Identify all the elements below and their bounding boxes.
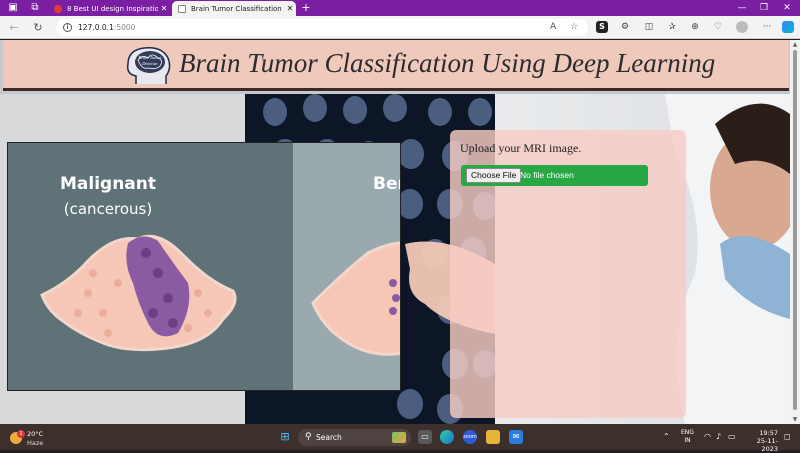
site-favicon-icon: [54, 4, 62, 13]
benign-cells-illustration: [311, 241, 400, 356]
system-clock[interactable]: 19:57 25-11-2023: [742, 429, 778, 453]
file-status-text: No file chosen: [520, 170, 574, 180]
malignant-panel: Malignant (cancerous): [8, 143, 293, 390]
workspaces-icon[interactable]: ▣: [6, 2, 20, 14]
refresh-icon[interactable]: ↻: [31, 21, 45, 35]
tab-brain-tumor[interactable]: Brain Tumor Classification Using ✕: [172, 1, 296, 16]
page-scrollbar[interactable]: ▲ ▼: [790, 40, 800, 424]
wifi-icon[interactable]: ◠: [704, 432, 711, 442]
tab-close-icon[interactable]: ✕: [158, 4, 170, 13]
zoom-icon[interactable]: zoom: [463, 430, 477, 444]
tumor-type-carousel[interactable]: Malignant (cancerous) Ber: [7, 142, 401, 391]
search-highlight-icon: [392, 432, 406, 443]
file-explorer-icon[interactable]: [486, 430, 500, 444]
tab-label: Brain Tumor Classification Using: [191, 4, 284, 13]
favorites-icon[interactable]: ✰: [665, 20, 679, 34]
read-aloud-label: A: [550, 22, 557, 32]
tab-close-icon[interactable]: ✕: [284, 4, 296, 13]
mri-file-input[interactable]: Choose File No file chosen: [461, 165, 648, 186]
choose-file-button[interactable]: Choose File: [466, 168, 522, 183]
battery-icon[interactable]: ▭: [728, 432, 736, 442]
address-bar[interactable]: i 127.0.0.1:5000 A ☆: [56, 19, 588, 36]
upload-card: Upload your MRI image. Choose File No fi…: [450, 130, 686, 418]
performance-icon[interactable]: ♡: [711, 20, 725, 34]
profile-icon[interactable]: [736, 21, 748, 33]
search-label: Search: [316, 433, 342, 442]
collections-icon[interactable]: ⊕: [688, 20, 702, 34]
split-screen-icon[interactable]: ◫: [642, 20, 656, 34]
maximize-button[interactable]: ❐: [757, 2, 771, 14]
weather-temp: 20°C: [27, 430, 44, 438]
address-port: :5000: [113, 23, 136, 32]
tab-label: 8 Best UI design Inspiration Sites: [67, 4, 158, 13]
mail-icon[interactable]: ✉: [509, 430, 523, 444]
clock-time: 19:57: [759, 429, 778, 437]
language-indicator[interactable]: ENG IN: [681, 429, 694, 445]
scrollbar-thumb[interactable]: [793, 50, 797, 410]
browser-toolbar: ← ↻ i 127.0.0.1:5000 A ☆ S ⚙ ◫ ✰ ⊕ ♡ ···: [0, 16, 800, 39]
scroll-down-icon[interactable]: ▼: [790, 416, 800, 423]
show-hidden-icons-icon[interactable]: ⌃: [663, 432, 670, 442]
task-view-icon[interactable]: ▭: [418, 430, 432, 444]
close-window-button[interactable]: ✕: [780, 2, 794, 14]
copilot-icon[interactable]: [782, 21, 794, 33]
address-host: 127.0.0.1: [78, 23, 114, 32]
sumo-extension-icon[interactable]: S: [596, 21, 608, 33]
tab-actions-icon[interactable]: ⧉: [28, 2, 42, 14]
windows-start-icon[interactable]: ⊞: [278, 430, 292, 444]
minimize-button[interactable]: —: [735, 2, 749, 14]
edge-icon[interactable]: [440, 430, 454, 444]
taskbar-search[interactable]: ⚲ Search: [298, 429, 411, 446]
favorite-star-icon[interactable]: ☆: [570, 22, 578, 33]
page-viewport: Brain Tumor Detector Brain Tumor Classif…: [0, 40, 790, 424]
site-header: Brain Tumor Detector Brain Tumor Classif…: [3, 40, 789, 91]
weather-condition: Haze: [27, 439, 44, 447]
weather-widget[interactable]: 1 20°C Haze: [8, 428, 58, 448]
logo-text-line1: Brain Tumor: [138, 55, 161, 60]
back-icon[interactable]: ←: [7, 21, 21, 35]
upload-prompt: Upload your MRI image.: [460, 141, 582, 155]
extensions-icon[interactable]: ⚙: [618, 20, 632, 34]
more-menu-icon[interactable]: ···: [760, 20, 774, 34]
lang-line1: ENG: [681, 429, 694, 436]
weather-badge: 1: [17, 430, 25, 438]
page-title: Brain Tumor Classification Using Deep Le…: [179, 48, 716, 78]
read-aloud-icon[interactable]: A: [550, 22, 556, 33]
logo-text-line2: Detector: [141, 61, 158, 66]
page-favicon-icon: [178, 4, 186, 13]
tab-ui-inspiration[interactable]: 8 Best UI design Inspiration Sites ✕: [48, 1, 170, 16]
info-icon[interactable]: i: [63, 23, 72, 32]
lang-line2: IN: [684, 437, 691, 444]
search-icon: ⚲: [305, 432, 312, 442]
benign-panel: Ber: [293, 143, 400, 390]
browser-tab-strip: ▣ ⧉ 8 Best UI design Inspiration Sites ✕…: [0, 0, 800, 16]
brain-logo-icon: Brain Tumor Detector: [126, 46, 171, 84]
malignant-cells-illustration: [40, 234, 237, 352]
notifications-icon[interactable]: ◻: [784, 432, 791, 442]
clock-date: 25-11-2023: [756, 437, 778, 453]
speaker-icon[interactable]: ♪: [716, 432, 721, 442]
scroll-up-icon[interactable]: ▲: [790, 41, 800, 48]
windows-taskbar: 1 20°C Haze ⊞ ⚲ Search ▭ zoom ✉ ⌃ ENG IN…: [0, 424, 800, 453]
new-tab-button[interactable]: +: [300, 2, 312, 14]
